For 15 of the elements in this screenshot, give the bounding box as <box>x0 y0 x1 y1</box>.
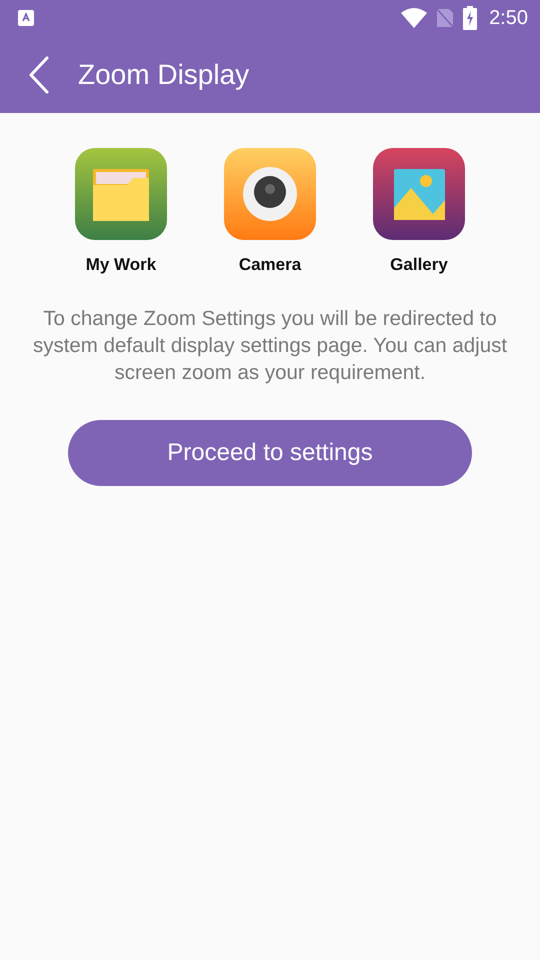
battery-charging-icon <box>463 6 478 30</box>
wifi-icon <box>401 8 428 28</box>
back-icon[interactable] <box>28 56 50 94</box>
camera-icon[interactable] <box>224 148 316 240</box>
proceed-button[interactable]: Proceed to settings <box>68 420 472 486</box>
folder-icon[interactable] <box>75 148 167 240</box>
app-label: Camera <box>238 255 302 275</box>
gallery-icon[interactable] <box>373 148 465 240</box>
app-label: Gallery <box>390 255 448 275</box>
description-text: To change Zoom Settings you will be redirected to system default display settings page. You can adjust screen zoom as your requirement. <box>32 306 508 386</box>
keyboard-icon <box>18 10 34 26</box>
app-label: My Work <box>86 255 156 275</box>
status-time: 2:50 <box>489 6 528 30</box>
no-sim-icon <box>435 7 456 29</box>
screen-title: Zoom Display <box>78 58 250 90</box>
